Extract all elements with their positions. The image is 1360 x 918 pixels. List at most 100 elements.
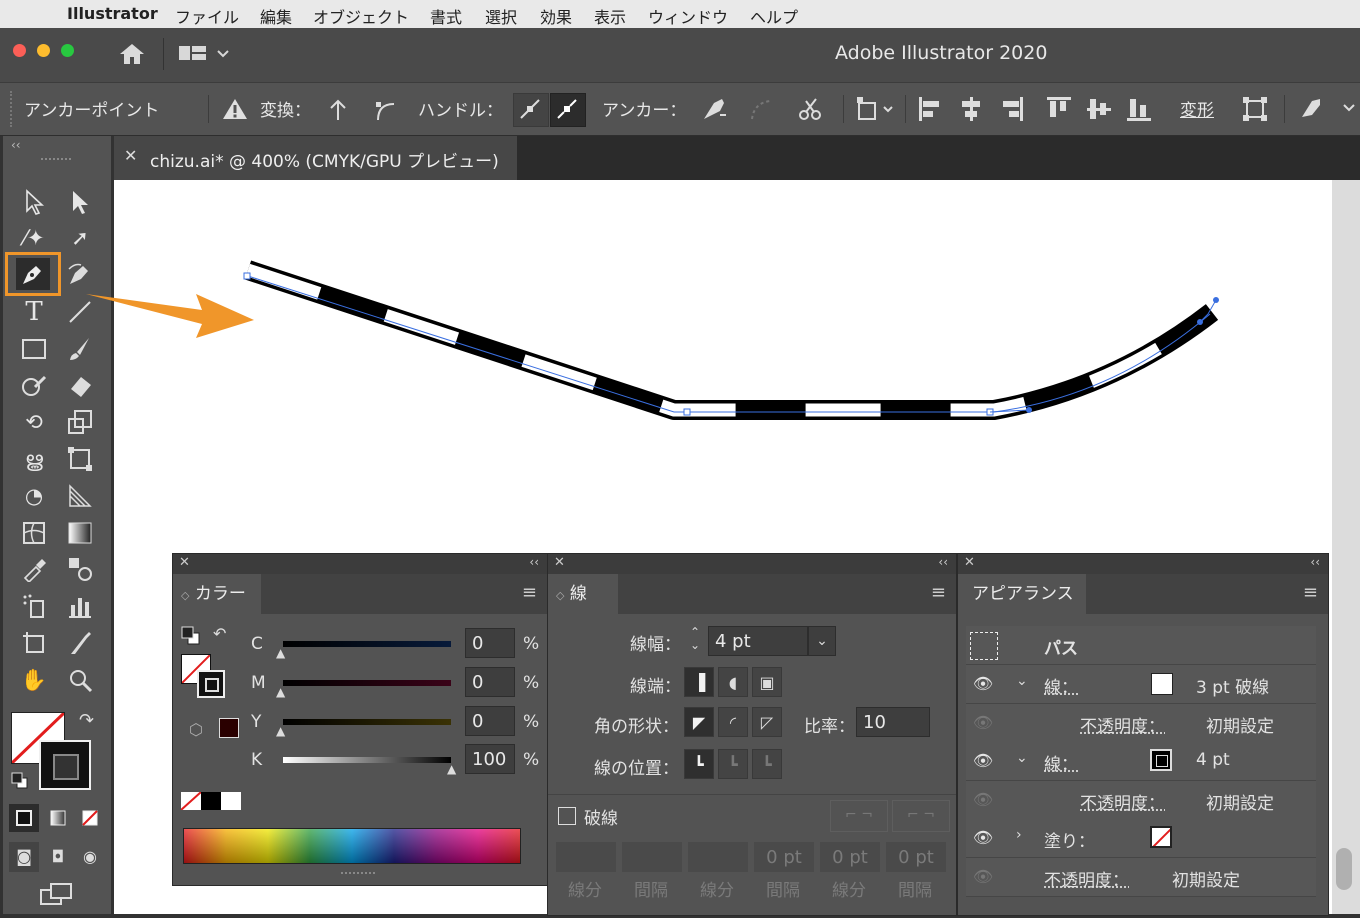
color-mode-button[interactable] xyxy=(9,804,39,832)
yellow-value[interactable]: 0 xyxy=(465,706,515,736)
panel-menu-icon[interactable]: ≡ xyxy=(522,582,537,603)
panel-menu-icon[interactable]: ≡ xyxy=(1303,582,1318,603)
eye-icon[interactable]: 👁 xyxy=(972,673,994,695)
menu-object[interactable]: オブジェクト xyxy=(313,4,409,28)
screen-mode-icon[interactable] xyxy=(39,882,73,906)
color-spectrum-bar[interactable] xyxy=(183,828,521,864)
control-bar-grip[interactable] xyxy=(10,91,14,127)
minimize-window-button[interactable] xyxy=(37,44,50,57)
collapse-panel-icon[interactable]: ‹‹ xyxy=(529,555,539,569)
pen-options-icon[interactable] xyxy=(1298,95,1358,123)
stroke-1-swatch[interactable] xyxy=(1151,673,1173,695)
hand-tool-icon[interactable]: ✋ xyxy=(17,664,51,696)
close-panel-icon[interactable]: ✕ xyxy=(554,555,565,570)
stroke-1-row[interactable]: 👁 ⌄ 線： 3 pt 破線 xyxy=(966,665,1316,704)
app-menu[interactable]: Illustrator xyxy=(67,4,158,23)
tab-stroke[interactable]: ◇ 線 xyxy=(548,574,618,614)
slice-tool-icon[interactable] xyxy=(63,627,97,659)
stroke-swatch[interactable] xyxy=(39,740,91,790)
fill-label[interactable]: 塗り： xyxy=(1044,827,1095,852)
stroke-2-label[interactable]: 線： xyxy=(1044,750,1078,775)
butt-cap-button[interactable]: ▐ xyxy=(684,667,714,697)
menu-view[interactable]: 表示 xyxy=(594,4,626,28)
swap-fill-stroke-icon[interactable]: ↷ xyxy=(79,710,94,731)
chevron-down-icon[interactable]: ⌄ xyxy=(1016,673,1028,689)
align-buttons-icon[interactable] xyxy=(917,95,1157,123)
chevron-right-icon[interactable]: › xyxy=(1016,827,1022,843)
isolate-object-icon[interactable] xyxy=(856,95,896,123)
default-fill-stroke-icon[interactable] xyxy=(11,772,28,789)
anchor-point[interactable] xyxy=(243,272,251,280)
none-mode-button[interactable] xyxy=(75,804,105,832)
scale-tool-icon[interactable] xyxy=(63,406,97,438)
magenta-value[interactable]: 0 xyxy=(465,667,515,697)
ratio-value[interactable]: 10 xyxy=(856,707,930,737)
weight-stepper-icon[interactable]: ⌃ ⌄ xyxy=(686,626,704,656)
eraser-tool-icon[interactable] xyxy=(63,370,97,402)
draw-behind-icon[interactable]: ◘ xyxy=(43,842,73,872)
miter-join-button[interactable]: ◤ xyxy=(684,707,714,737)
convert-to-corner-icon[interactable] xyxy=(326,96,350,122)
cut-path-icon[interactable] xyxy=(796,95,824,123)
type-tool-icon[interactable]: T xyxy=(17,296,51,328)
stroke-2-swatch[interactable] xyxy=(1150,749,1172,771)
fill-stroke-mini-icon[interactable] xyxy=(181,626,201,650)
chevron-down-icon[interactable]: ⌄ xyxy=(1016,750,1028,766)
close-window-button[interactable] xyxy=(13,44,26,57)
symbol-sprayer-tool-icon[interactable] xyxy=(17,590,51,622)
eye-icon[interactable]: 👁 xyxy=(972,712,994,734)
current-color-swatch[interactable] xyxy=(219,718,239,738)
selection-tool-icon[interactable] xyxy=(17,186,51,218)
eye-icon[interactable]: 👁 xyxy=(972,789,994,811)
yellow-slider[interactable] xyxy=(283,719,451,725)
collapse-panel-icon[interactable]: ‹‹ xyxy=(11,138,21,152)
menu-window[interactable]: ウィンドウ xyxy=(648,4,728,28)
stroke-2-row[interactable]: 👁 ⌄ 線： 4 pt xyxy=(966,742,1316,781)
close-panel-icon[interactable]: ✕ xyxy=(964,555,975,570)
bevel-join-button[interactable]: ◸ xyxy=(752,707,782,737)
remove-anchor-icon[interactable] xyxy=(700,95,728,123)
rectangle-tool-icon[interactable] xyxy=(17,333,51,365)
handle-point[interactable] xyxy=(1197,319,1203,325)
black-value[interactable]: 100 xyxy=(465,744,515,774)
magenta-slider[interactable] xyxy=(283,680,451,686)
weight-value[interactable]: 4 pt xyxy=(708,626,808,656)
opacity-1-label[interactable]: 不透明度： xyxy=(1080,712,1165,737)
handle-point[interactable] xyxy=(1213,297,1219,303)
warp-tool-icon[interactable]: ൠ xyxy=(17,443,51,475)
cyan-slider[interactable] xyxy=(283,641,451,647)
perspective-grid-tool-icon[interactable] xyxy=(63,480,97,512)
home-icon[interactable] xyxy=(118,42,146,66)
free-transform-icon[interactable] xyxy=(1242,96,1268,122)
none-swatch[interactable] xyxy=(181,792,201,810)
cyan-slider-thumb[interactable]: ▲ xyxy=(276,646,285,660)
collapse-panel-icon[interactable]: ‹‹ xyxy=(1310,555,1320,569)
menu-select[interactable]: 選択 xyxy=(485,4,517,28)
tab-color[interactable]: ◇ カラー xyxy=(173,574,261,614)
cyan-value[interactable]: 0 xyxy=(465,628,515,658)
gradient-mode-button[interactable] xyxy=(43,804,73,832)
gradient-tool-icon[interactable] xyxy=(63,517,97,549)
menu-effect[interactable]: 効果 xyxy=(540,4,572,28)
opacity-object-label[interactable]: 不透明度： xyxy=(1044,866,1129,891)
close-panel-icon[interactable]: ✕ xyxy=(179,555,190,570)
eye-icon[interactable]: 👁 xyxy=(972,827,994,849)
opacity-object-row[interactable]: 👁 不透明度： 初期設定 xyxy=(966,858,1316,897)
collapse-panel-icon[interactable]: ‹‹ xyxy=(938,555,948,569)
panel-resize-grip[interactable] xyxy=(341,872,375,880)
black-slider[interactable] xyxy=(283,757,451,763)
eye-icon[interactable]: 👁 xyxy=(972,750,994,772)
menu-file[interactable]: ファイル xyxy=(175,4,239,28)
yellow-slider-thumb[interactable]: ▲ xyxy=(276,724,285,738)
fill-none-swatch[interactable] xyxy=(1150,826,1172,848)
pen-tool-icon[interactable] xyxy=(16,258,50,290)
document-tab[interactable]: ✕ chizu.ai* @ 400% (CMYK/GPU プレビュー) xyxy=(114,136,517,180)
eyedropper-tool-icon[interactable] xyxy=(17,553,51,585)
mesh-tool-icon[interactable] xyxy=(17,517,51,549)
menu-edit[interactable]: 編集 xyxy=(260,4,292,28)
stroke-box[interactable] xyxy=(197,670,225,698)
shape-builder-tool-icon[interactable]: ◔ xyxy=(17,480,51,512)
dashed-checkbox[interactable] xyxy=(558,807,576,825)
tools-grip[interactable] xyxy=(41,158,71,164)
magic-wand-tool-icon[interactable]: ⁄✦ xyxy=(17,222,51,254)
